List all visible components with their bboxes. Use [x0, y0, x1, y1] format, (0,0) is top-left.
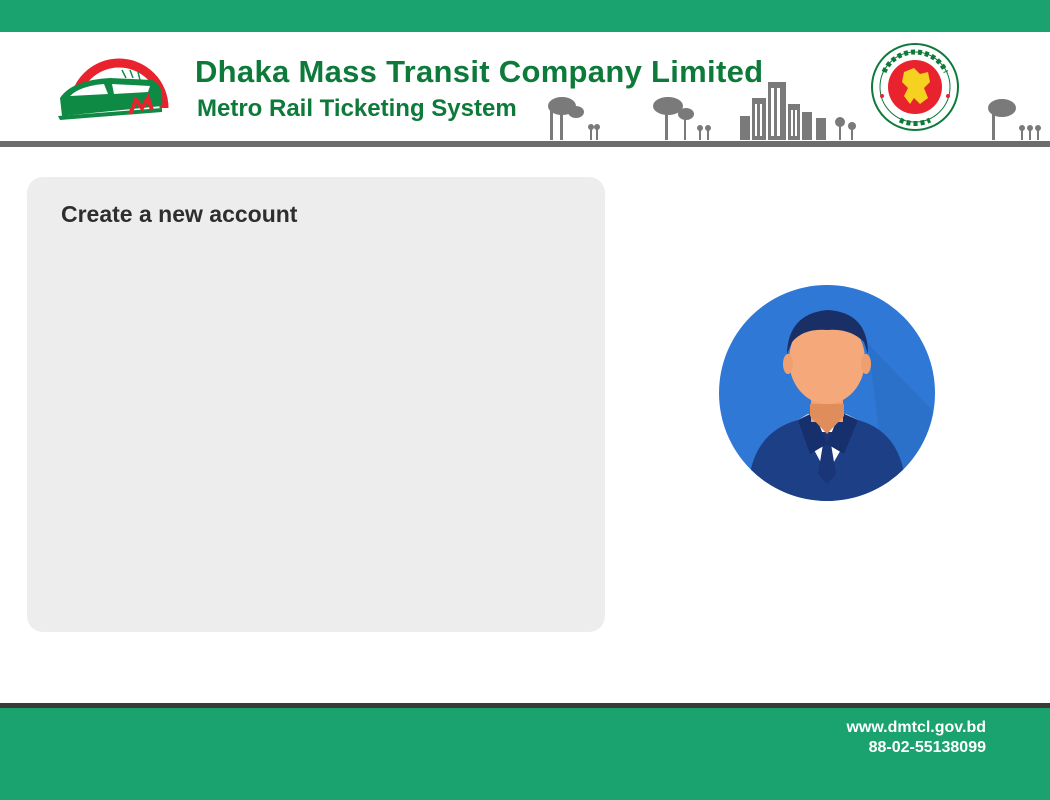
header-divider	[0, 141, 1050, 147]
header: Dhaka Mass Transit Company Limited Metro…	[0, 32, 1050, 142]
panel-title: Create a new account	[61, 201, 298, 227]
metro-rail-logo-icon[interactable]	[52, 50, 178, 126]
footer-contact: www.dmtcl.gov.bd 88-02-55138099	[846, 718, 986, 758]
website-link[interactable]: www.dmtcl.gov.bd	[846, 718, 986, 738]
city-skyline-icon	[548, 82, 1041, 140]
phone-number: 88-02-55138099	[868, 739, 986, 756]
government-seal-icon	[871, 43, 959, 131]
top-bar	[0, 0, 1050, 32]
create-account-panel: Create a new account	[27, 177, 605, 632]
user-avatar-icon	[719, 285, 935, 501]
site-subtitle: Metro Rail Ticketing System	[197, 95, 517, 122]
footer: www.dmtcl.gov.bd 88-02-55138099	[0, 708, 1050, 800]
